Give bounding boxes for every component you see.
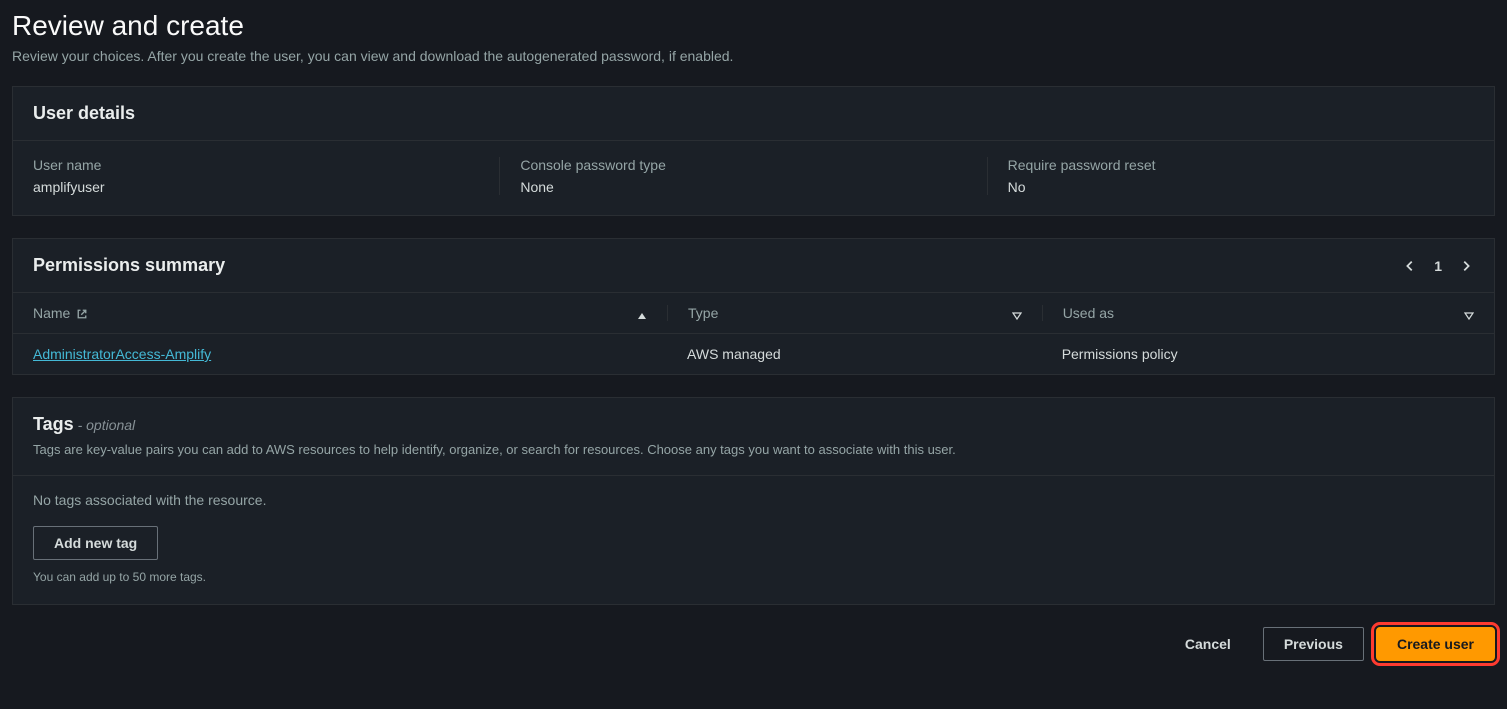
user-details-panel: User details User name amplifyuser Conso… <box>12 86 1495 216</box>
table-row: AdministratorAccess-Amplify AWS managed … <box>13 334 1494 374</box>
create-user-button[interactable]: Create user <box>1376 627 1495 661</box>
footer-actions: Cancel Previous Create user <box>12 627 1495 661</box>
pager-page-number: 1 <box>1434 258 1442 274</box>
policy-used-as: Permissions policy <box>1042 346 1474 362</box>
tags-header: Tags - optional Tags are key-value pairs… <box>13 398 1494 476</box>
previous-button[interactable]: Previous <box>1263 627 1364 661</box>
tags-optional-text: - optional <box>74 417 135 433</box>
filter-icon <box>1012 308 1022 318</box>
password-reset-label: Require password reset <box>1008 157 1454 173</box>
pager-prev-icon[interactable] <box>1402 258 1418 274</box>
tags-description: Tags are key-value pairs you can add to … <box>33 441 1474 459</box>
user-name-value: amplifyuser <box>33 179 479 195</box>
tags-helper-text: You can add up to 50 more tags. <box>33 570 1474 584</box>
column-type-label: Type <box>688 305 718 321</box>
password-type-value: None <box>520 179 966 195</box>
tags-empty-text: No tags associated with the resource. <box>33 492 1474 508</box>
permissions-header: Permissions summary 1 <box>13 239 1494 293</box>
permissions-table-head: Name Type Used as <box>13 293 1494 334</box>
external-link-icon <box>76 307 88 319</box>
user-name-field: User name amplifyuser <box>33 157 499 195</box>
column-name-header[interactable]: Name <box>33 305 667 321</box>
user-details-header: User details <box>13 87 1494 141</box>
tags-title-text: Tags <box>33 414 74 434</box>
permissions-pager: 1 <box>1402 258 1474 274</box>
page-title: Review and create <box>12 10 1495 42</box>
permissions-panel: Permissions summary 1 Name <box>12 238 1495 375</box>
password-reset-field: Require password reset No <box>987 157 1474 195</box>
permissions-title: Permissions summary <box>33 255 225 276</box>
tags-body: No tags associated with the resource. Ad… <box>13 476 1494 604</box>
permissions-table: Name Type Used as <box>13 293 1494 374</box>
user-details-body: User name amplifyuser Console password t… <box>13 141 1494 215</box>
policy-type: AWS managed <box>667 346 1042 362</box>
column-used-as-label: Used as <box>1063 305 1114 321</box>
password-type-field: Console password type None <box>499 157 986 195</box>
page-subtitle: Review your choices. After you create th… <box>12 48 1495 64</box>
column-type-header[interactable]: Type <box>667 305 1042 321</box>
filter-icon <box>1464 308 1474 318</box>
tags-panel: Tags - optional Tags are key-value pairs… <box>12 397 1495 605</box>
cancel-button[interactable]: Cancel <box>1165 628 1251 660</box>
user-name-label: User name <box>33 157 479 173</box>
user-details-title: User details <box>33 103 135 124</box>
add-new-tag-button[interactable]: Add new tag <box>33 526 158 560</box>
tags-title: Tags - optional <box>33 414 1474 435</box>
password-type-label: Console password type <box>520 157 966 173</box>
column-name-label: Name <box>33 305 70 321</box>
sort-asc-icon <box>637 308 647 318</box>
policy-link[interactable]: AdministratorAccess-Amplify <box>33 346 211 362</box>
password-reset-value: No <box>1008 179 1454 195</box>
pager-next-icon[interactable] <box>1458 258 1474 274</box>
column-used-as-header[interactable]: Used as <box>1042 305 1474 321</box>
